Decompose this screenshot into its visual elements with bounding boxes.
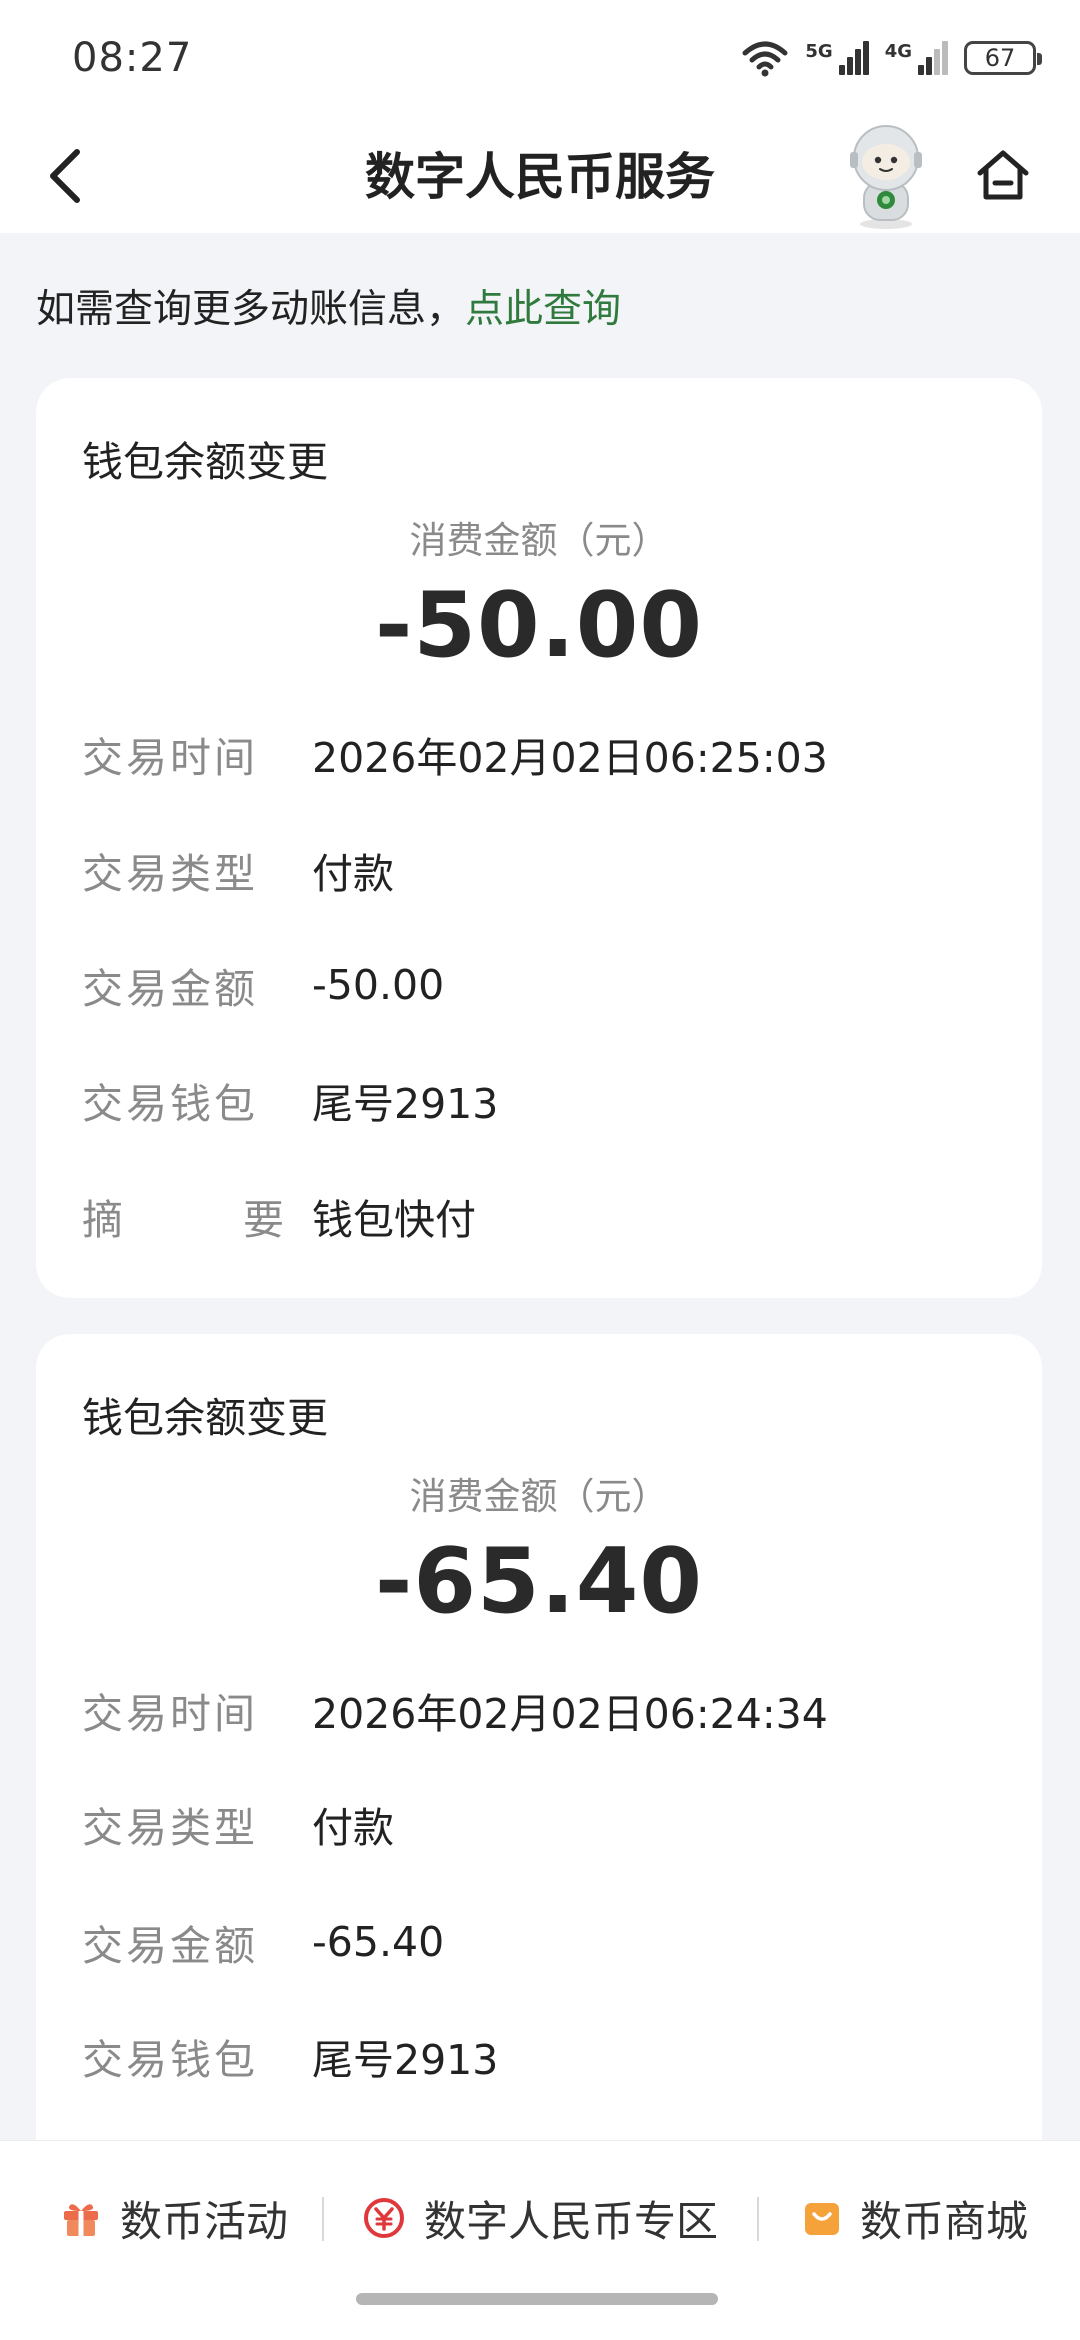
row-value: 钱包快付 (312, 1196, 476, 1244)
row-type: 交易类型 付款 (82, 1794, 1002, 1854)
card-title: 钱包余额变更 (82, 1394, 328, 1442)
row-label: 交易金额 (82, 1922, 258, 1970)
row-label: 交易类型 (82, 1804, 258, 1852)
shopping-bag-icon (805, 2203, 839, 2235)
row-summary: 摘 要 钱包快付 (82, 1186, 1002, 1246)
summary-label-b: 要 (243, 1196, 287, 1244)
battery-icon: 67 (964, 40, 1042, 75)
row-amount: 交易金额 -50.00 (82, 955, 1002, 1015)
row-label: 交易钱包 (82, 2036, 258, 2084)
amount-value: -50.00 (374, 573, 704, 678)
activity-button[interactable]: 数币活动 (60, 2183, 288, 2253)
query-hint-text: 如需查询更多动账信息， (36, 287, 466, 332)
signal-5g-icon: 5G (805, 40, 869, 75)
gift-icon (64, 2204, 98, 2236)
mall-label: 数币商城 (860, 2196, 1029, 2246)
status-bar: 08:27 5G 4G 67 (0, 0, 1080, 115)
activity-label: 数币活动 (120, 2196, 289, 2246)
home-icon (977, 150, 1029, 200)
row-type: 交易类型 付款 (82, 840, 1002, 900)
amount-label: 消费金额（元） (409, 1475, 669, 1518)
row-label: 交易时间 (82, 734, 258, 782)
wifi-icon (742, 41, 788, 76)
row-value: 尾号2913 (312, 2036, 499, 2084)
row-value: -50.00 (312, 961, 445, 1009)
row-label: 摘 要 (82, 1186, 287, 1246)
row-label: 交易金额 (82, 965, 258, 1013)
transaction-card: 钱包余额变更 消费金额（元） -50.00 交易时间 2026年02月02日06… (36, 378, 1042, 1298)
mall-button[interactable]: 数币商城 (802, 2183, 1028, 2253)
row-value: 2026年02月02日06:25:03 (312, 734, 828, 782)
nav-bar: 数字人民币服务 (0, 115, 1080, 233)
row-value: 尾号2913 (312, 1080, 499, 1128)
robot-avatar-icon (850, 125, 922, 229)
status-time: 08:27 (72, 34, 193, 81)
row-value: 付款 (312, 850, 394, 898)
row-time: 交易时间 2026年02月02日06:25:03 (82, 724, 1002, 784)
ecny-zone-button[interactable]: 数字人民币专区 (362, 2183, 718, 2253)
row-label: 交易类型 (82, 850, 258, 898)
status-icons: 5G 4G 67 (741, 39, 1042, 77)
row-value: -65.40 (312, 1918, 445, 1966)
row-value: 2026年02月02日06:24:34 (312, 1690, 828, 1738)
divider (757, 2197, 759, 2241)
signal-4g-icon: 4G (885, 40, 948, 75)
summary-label-a: 摘 (82, 1196, 126, 1244)
home-button[interactable] (970, 143, 1036, 209)
row-label: 交易时间 (82, 1690, 258, 1738)
divider (322, 2197, 324, 2241)
amount-value: -65.40 (374, 1529, 704, 1634)
bottom-bar: 数币活动 数字人民币专区 数币商城 (0, 2140, 1080, 2340)
row-label: 交易钱包 (82, 1080, 258, 1128)
row-value: 付款 (312, 1804, 394, 1852)
query-link[interactable]: 点此查询 (465, 287, 621, 332)
chevron-left-icon (50, 149, 80, 203)
query-hint: 如需查询更多动账信息，点此查询 (36, 278, 621, 334)
row-time: 交易时间 2026年02月02日06:24:34 (82, 1680, 1002, 1740)
back-button[interactable] (30, 141, 100, 211)
battery-level: 67 (984, 43, 1016, 72)
assistant-button[interactable] (838, 120, 934, 230)
card-title: 钱包余额变更 (82, 438, 328, 486)
row-amount: 交易金额 -65.40 (82, 1912, 1002, 1972)
ecny-zone-label: 数字人民币专区 (424, 2196, 719, 2246)
transaction-card: 钱包余额变更 消费金额（元） -65.40 交易时间 2026年02月02日06… (36, 1334, 1042, 2234)
home-indicator[interactable] (356, 2293, 718, 2305)
row-wallet: 交易钱包 尾号2913 (82, 2026, 1002, 2086)
amount-label: 消费金额（元） (409, 519, 669, 562)
row-wallet: 交易钱包 尾号2913 (82, 1070, 1002, 1130)
e-cny-icon (364, 2198, 404, 2238)
